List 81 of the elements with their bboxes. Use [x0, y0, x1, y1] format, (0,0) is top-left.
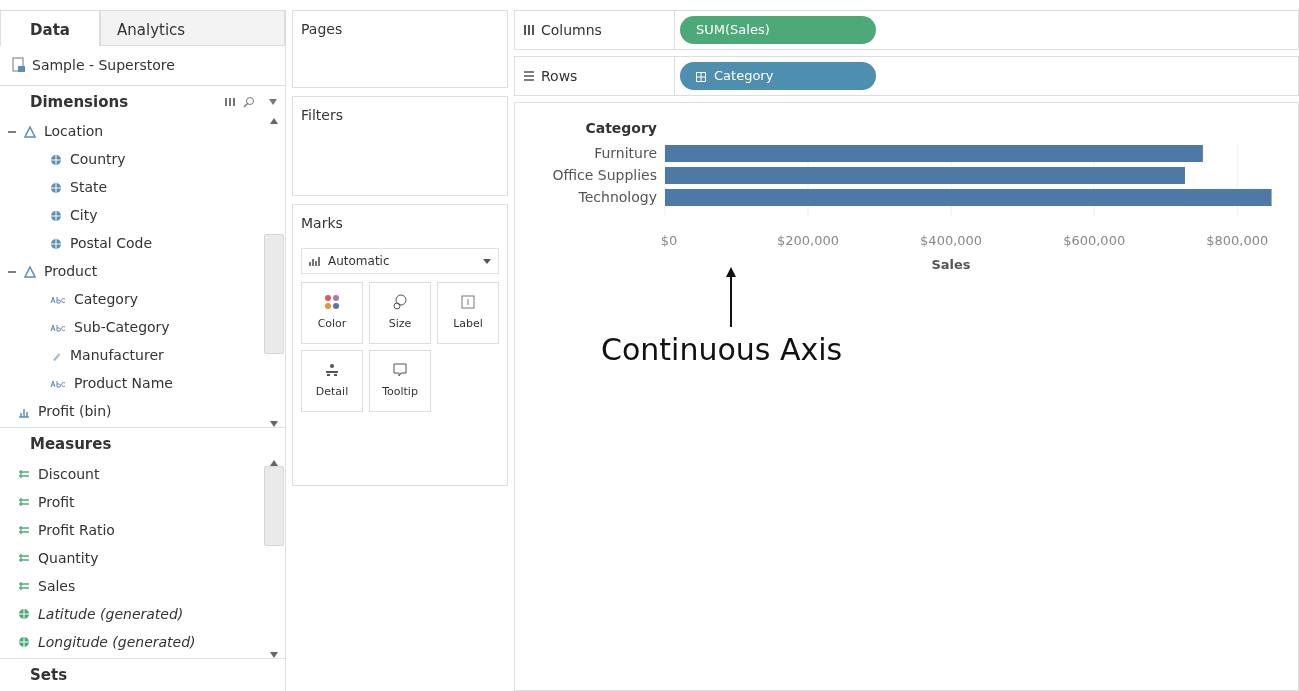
axis-title: Category [585, 120, 657, 136]
detail-icon [324, 361, 340, 378]
category-label: Office Supplies [552, 167, 657, 183]
field-item[interactable]: Longitude (generated) [38, 631, 196, 653]
globe-icon [50, 153, 62, 166]
card-title: Marks [301, 214, 344, 233]
pane-tab[interactable]: Data [0, 10, 100, 46]
marks-button[interactable]: Label [437, 282, 499, 344]
string-type-icon [50, 295, 66, 304]
hash-icon [18, 497, 30, 508]
axis-title: Sales [931, 257, 971, 271]
globe-icon [50, 237, 62, 250]
category-label: Technology [578, 189, 657, 205]
hash-icon [18, 469, 30, 480]
arrow [725, 267, 737, 327]
field-item[interactable]: Product Name [74, 373, 173, 395]
shelf-label: Columns [541, 20, 602, 40]
field-item[interactable]: Latitude (generated) [38, 603, 184, 625]
marks-button[interactable]: Size [369, 282, 431, 344]
hash-icon [18, 525, 30, 536]
globe-icon [18, 636, 30, 649]
palette-icon [324, 293, 340, 310]
card-title: Filters [301, 106, 344, 125]
string-type-icon [50, 323, 66, 332]
caret-icon [483, 258, 491, 264]
string-type-icon [50, 379, 66, 388]
scroll-down-icon [270, 421, 278, 428]
field-item[interactable]: State [70, 177, 108, 199]
data-source-name[interactable]: Sample - Superstore [32, 54, 175, 76]
scroll-up-icon [270, 117, 278, 124]
tick-label: $200,000 [777, 233, 840, 248]
field-item[interactable]: City [70, 205, 98, 227]
field-item[interactable]: Quantity [38, 547, 99, 569]
section-title: Sets [30, 664, 69, 686]
annotation-text: Continuous Axis [601, 331, 844, 369]
globe-icon [50, 209, 62, 222]
search-icon [243, 95, 255, 108]
mark-type-dropdown[interactable]: Automatic [301, 248, 499, 274]
field-item[interactable]: Category [74, 289, 138, 311]
marks-button[interactable]: Detail [301, 350, 363, 412]
marks-button[interactable]: Tooltip [369, 350, 431, 412]
field-item[interactable]: Sales [38, 575, 76, 597]
field-item[interactable]: Profit (bin) [38, 401, 112, 423]
columns-icon [225, 96, 237, 107]
caret-icon [269, 98, 277, 105]
field-item[interactable]: Discount [38, 463, 100, 485]
field-item[interactable]: Profit Ratio [38, 519, 115, 541]
globe-icon [18, 608, 30, 621]
pane-tab[interactable]: Analytics [100, 10, 285, 46]
card-title: Pages [301, 20, 344, 39]
field-item[interactable]: Manufacturer [70, 345, 164, 367]
field-item[interactable]: Location [44, 121, 104, 143]
tick-label: $800,000 [1206, 233, 1269, 248]
field-item[interactable]: Country [70, 149, 126, 171]
hierarchy-icon [24, 125, 36, 138]
tick-label: $600,000 [1063, 233, 1126, 248]
columns-icon [523, 24, 535, 36]
field-item[interactable]: Postal Code [70, 233, 153, 255]
hierarchy-icon [24, 265, 36, 278]
hash-icon [18, 553, 30, 564]
section-title: Measures [30, 434, 113, 456]
scroll-down-icon [270, 652, 278, 659]
shelf-label: Rows [541, 66, 578, 86]
section-title: Dimensions [30, 91, 130, 113]
database-icon [12, 57, 26, 74]
field-item[interactable]: Sub-Category [74, 317, 170, 339]
tick-label: $400,000 [920, 233, 983, 248]
label-icon [460, 293, 476, 310]
field-item[interactable]: Product [44, 261, 98, 283]
field-item[interactable]: Profit [38, 491, 75, 513]
bar-chart-icon [309, 256, 321, 266]
tooltip-icon [392, 361, 408, 378]
tick-label: $0 [660, 233, 678, 248]
marks-button[interactable]: Color [301, 282, 363, 344]
field-pill[interactable]: Category [680, 62, 876, 90]
hash-icon [18, 581, 30, 592]
rows-icon [523, 70, 535, 82]
category-label: Furniture [594, 145, 657, 161]
discrete-icon [696, 71, 706, 82]
globe-icon [50, 181, 62, 194]
size-icon [392, 293, 408, 310]
